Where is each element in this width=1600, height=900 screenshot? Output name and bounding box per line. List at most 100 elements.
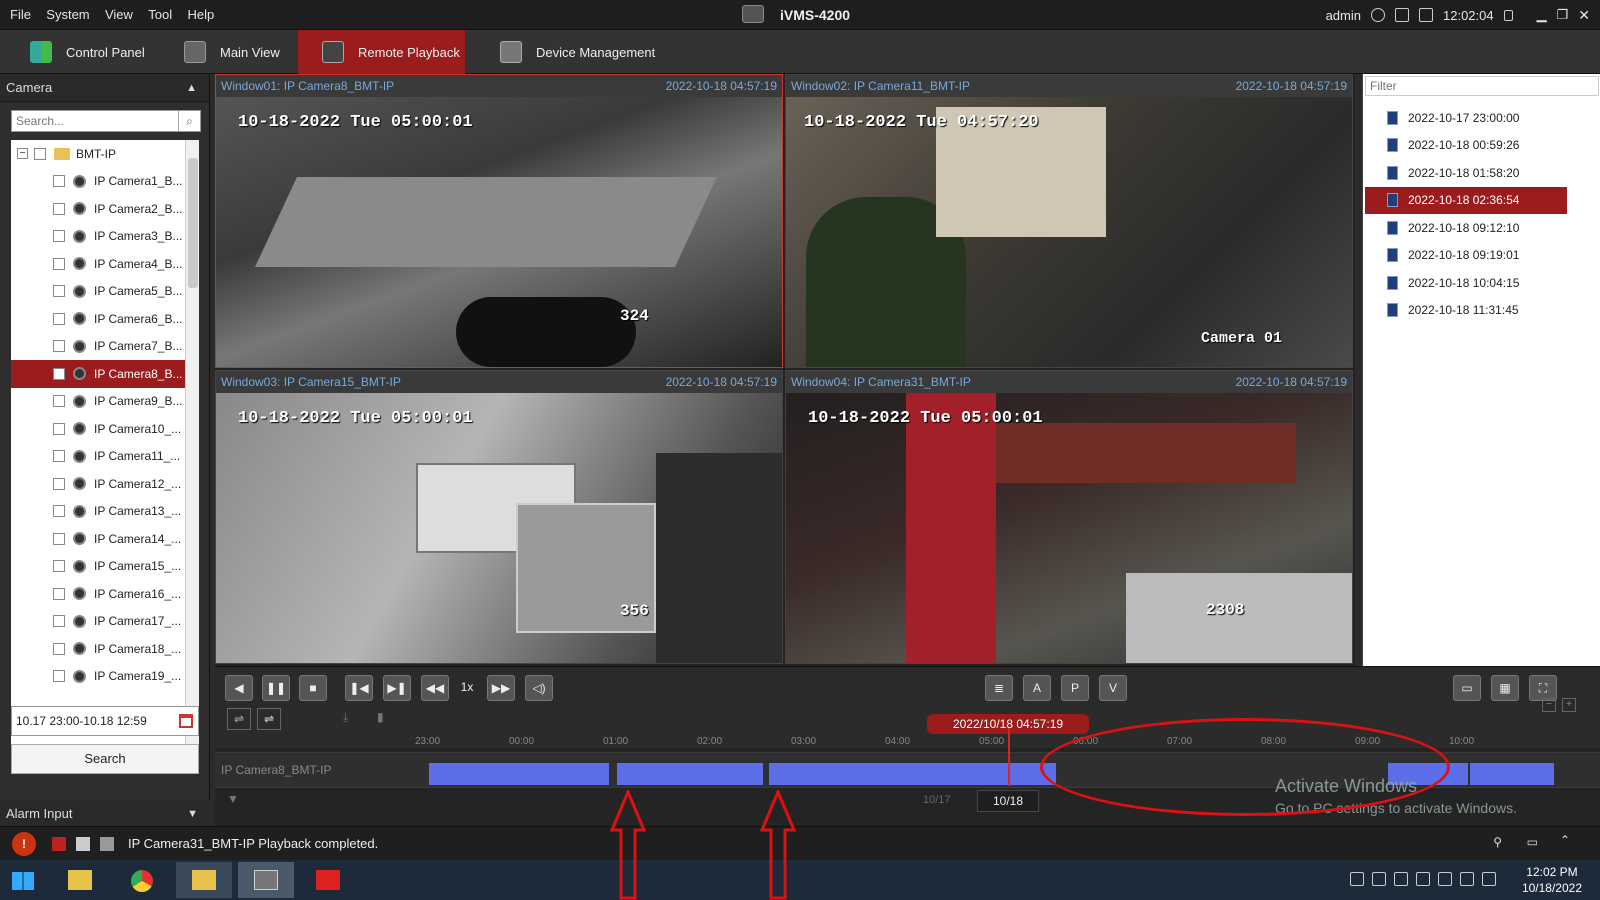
minimize-icon[interactable]: ▁ xyxy=(1537,7,1547,23)
tree-camera-item[interactable]: IP Camera1_B... xyxy=(11,168,199,196)
tree-camera-item[interactable]: IP Camera18_... xyxy=(11,635,199,663)
checkbox[interactable] xyxy=(53,505,65,518)
globe-icon[interactable] xyxy=(1371,8,1385,22)
file-list-item[interactable]: 2022-10-17 23:00:00 xyxy=(1365,104,1567,131)
pause-button[interactable]: ❚❚ xyxy=(262,675,290,701)
file-list-item[interactable]: 2022-10-18 09:12:10 xyxy=(1365,214,1567,241)
taskbar-clock[interactable]: 12:02 PM 10/18/2022 xyxy=(1522,864,1582,896)
checkbox[interactable] xyxy=(34,147,46,160)
reverse-play-button[interactable]: ◀ xyxy=(225,675,253,701)
file-explorer-icon[interactable] xyxy=(52,862,108,898)
ivms-app-icon[interactable] xyxy=(238,862,294,898)
atm-icon[interactable]: A xyxy=(1023,675,1051,701)
frame-back-button[interactable]: ❚◀ xyxy=(345,675,373,701)
video-window-4[interactable]: Window04: IP Camera31_BMT-IP 2022-10-18 0… xyxy=(785,370,1353,664)
file-list-item[interactable]: 2022-10-18 10:04:15 xyxy=(1365,269,1567,296)
tree-camera-item[interactable]: IP Camera9_B... xyxy=(11,388,199,416)
video-window-1[interactable]: Window01: IP Camera8_BMT-IP 2022-10-18 04… xyxy=(215,74,783,368)
checkbox[interactable] xyxy=(53,285,65,298)
video-window-3[interactable]: Window03: IP Camera15_BMT-IP 2022-10-18 0… xyxy=(215,370,783,664)
menu-system[interactable]: System xyxy=(40,0,95,30)
tree-camera-item[interactable]: IP Camera13_... xyxy=(11,498,199,526)
sliders-icon[interactable]: ⇌ xyxy=(227,708,251,730)
expand-up-icon[interactable]: ⌃ xyxy=(1560,833,1570,847)
close-icon[interactable]: ✕ xyxy=(1578,7,1590,24)
tree-root[interactable]: − BMT-IP xyxy=(11,140,199,168)
frame-forward-button[interactable]: ▶❚ xyxy=(383,675,411,701)
checkbox[interactable] xyxy=(53,230,65,243)
tree-camera-item[interactable]: IP Camera10_... xyxy=(11,415,199,443)
wps-app-icon[interactable] xyxy=(300,862,356,898)
checkbox[interactable] xyxy=(53,560,65,573)
bookmark-icon[interactable]: ▮ xyxy=(377,710,384,724)
alarm-input-header[interactable]: Alarm Input ▼ xyxy=(0,800,210,828)
checkbox[interactable] xyxy=(53,257,65,270)
file-list-item[interactable]: 2022-10-18 09:19:01 xyxy=(1365,242,1567,269)
tree-camera-item[interactable]: IP Camera15_... xyxy=(11,553,199,581)
checkbox[interactable] xyxy=(53,450,65,463)
checkbox[interactable] xyxy=(53,532,65,545)
menu-view[interactable]: View xyxy=(99,0,139,30)
tab-control-panel[interactable]: Control Panel xyxy=(0,30,160,74)
checkbox[interactable] xyxy=(53,615,65,628)
checkbox[interactable] xyxy=(53,175,65,188)
checkbox[interactable] xyxy=(53,312,65,325)
folder-app-icon[interactable] xyxy=(176,862,232,898)
camera-search-input[interactable] xyxy=(12,111,178,131)
checkbox[interactable] xyxy=(53,477,65,490)
file-list-icon[interactable]: ≣ xyxy=(985,675,1013,701)
tree-camera-item[interactable]: IP Camera19_... xyxy=(11,663,199,691)
stop-button[interactable]: ■ xyxy=(299,675,327,701)
chrome-icon[interactable] xyxy=(114,862,170,898)
file-list-item[interactable]: 2022-10-18 01:58:20 xyxy=(1365,159,1567,186)
tree-camera-item[interactable]: IP Camera4_B... xyxy=(11,250,199,278)
camera-header[interactable]: Camera ▲ xyxy=(0,74,209,102)
wifi-icon[interactable] xyxy=(1438,872,1452,886)
checkbox[interactable] xyxy=(53,422,65,435)
time-cursor[interactable] xyxy=(1008,728,1010,786)
recording-segment[interactable] xyxy=(769,763,1056,785)
tab-main-view[interactable]: Main View xyxy=(158,30,298,74)
tree-camera-item[interactable]: IP Camera16_... xyxy=(11,580,199,608)
slow-button[interactable]: ◀◀ xyxy=(421,675,449,701)
zoom-out-icon[interactable]: − xyxy=(1542,698,1556,712)
pos-icon[interactable]: P xyxy=(1061,675,1089,701)
tree-camera-item[interactable]: IP Camera8_B... xyxy=(11,360,199,388)
tree-camera-item[interactable]: IP Camera3_B... xyxy=(11,223,199,251)
tab-device-management[interactable]: Device Management xyxy=(470,30,660,74)
onedrive-icon[interactable] xyxy=(1482,872,1496,886)
alarm-icon[interactable]: ! xyxy=(12,832,36,856)
zoom-in-icon[interactable]: + xyxy=(1562,698,1576,712)
capture-icon[interactable]: ▭ xyxy=(1453,675,1481,701)
search-icon[interactable]: ⌕ xyxy=(178,111,200,131)
menu-file[interactable]: File xyxy=(4,0,37,30)
tree-camera-item[interactable]: IP Camera17_... xyxy=(11,608,199,636)
bluetooth-icon[interactable] xyxy=(1416,872,1430,886)
tree-camera-item[interactable]: IP Camera6_B... xyxy=(11,305,199,333)
speaker-icon[interactable] xyxy=(100,837,114,851)
tree-camera-item[interactable]: IP Camera7_B... xyxy=(11,333,199,361)
recording-segment[interactable] xyxy=(1470,763,1554,785)
funnel-icon[interactable]: ▼ xyxy=(227,792,239,806)
tree-camera-item[interactable]: IP Camera5_B... xyxy=(11,278,199,306)
tray-v-icon[interactable] xyxy=(1350,872,1364,886)
chevron-down-icon[interactable]: ▼ xyxy=(187,800,198,828)
video-window-2[interactable]: Window02: IP Camera11_BMT-IP 2022-10-18 0… xyxy=(785,74,1353,368)
cpu-icon[interactable] xyxy=(1395,8,1409,22)
search-button[interactable]: Search xyxy=(11,744,199,774)
menu-tool[interactable]: Tool xyxy=(142,0,178,30)
volume-button[interactable]: ◁) xyxy=(525,675,553,701)
recording-segment[interactable] xyxy=(617,763,763,785)
volume-icon[interactable] xyxy=(1460,872,1474,886)
day-current[interactable]: 10/18 xyxy=(977,790,1039,812)
user-name[interactable]: admin xyxy=(1326,8,1361,23)
tree-camera-item[interactable]: IP Camera14_... xyxy=(11,525,199,553)
tree-scrollbar[interactable] xyxy=(185,140,199,770)
menu-help[interactable]: Help xyxy=(181,0,220,30)
alert-icon[interactable] xyxy=(52,837,66,851)
vca-icon[interactable]: V xyxy=(1099,675,1127,701)
file-list-item[interactable]: 2022-10-18 11:31:45 xyxy=(1365,297,1567,324)
fast-button[interactable]: ▶▶ xyxy=(487,675,515,701)
event-icon[interactable] xyxy=(76,837,90,851)
recording-segment[interactable] xyxy=(429,763,609,785)
